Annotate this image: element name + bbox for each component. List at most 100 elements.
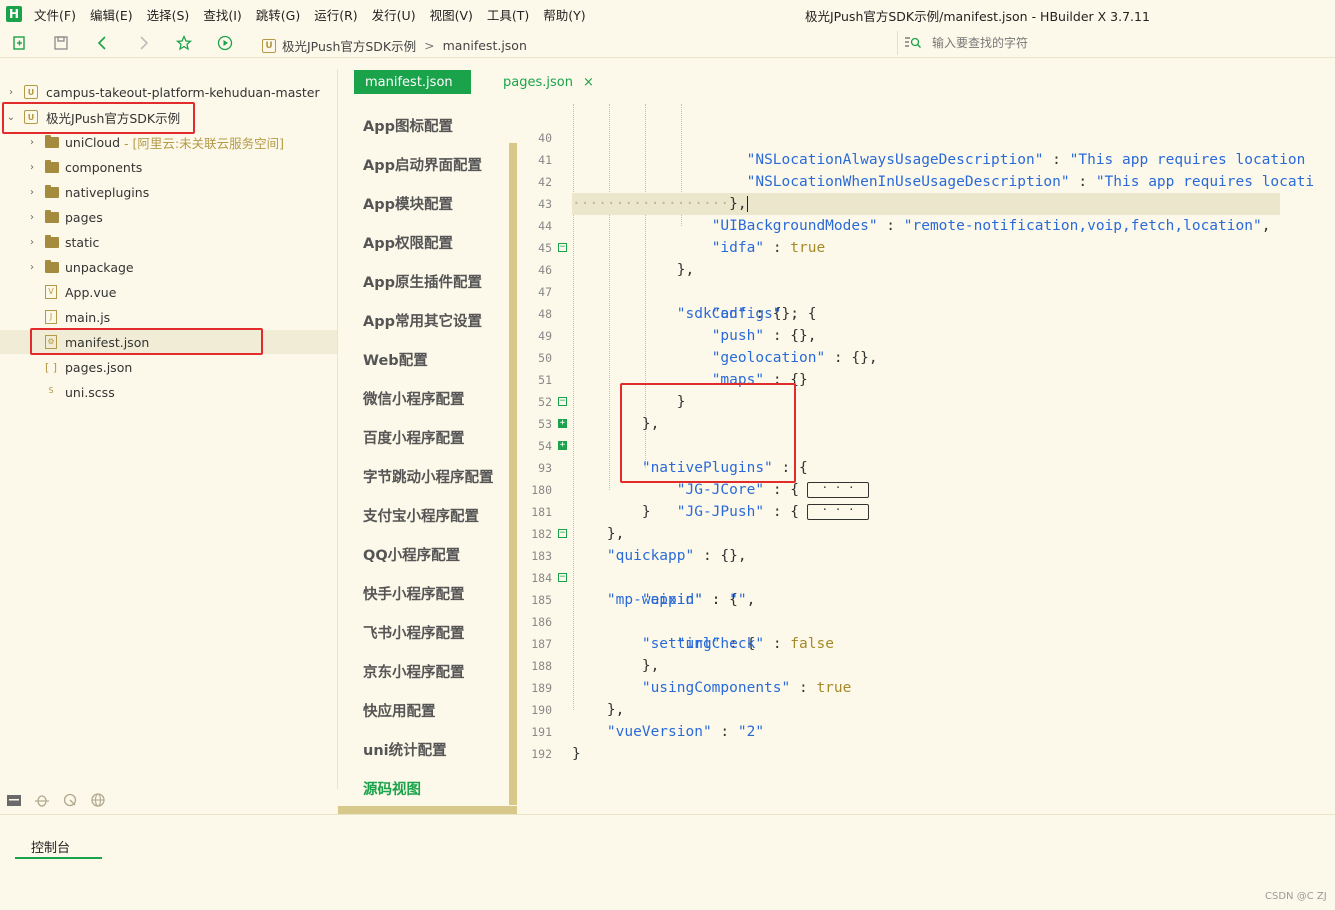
fold-expand-icon[interactable]: + [558,419,567,428]
fold-collapse-icon[interactable]: − [558,243,567,252]
folder-icon [45,209,59,223]
window-title: 极光JPush官方SDK示例/manifest.json - HBuilder … [805,9,1150,24]
menu-tools[interactable]: 工具(T) [487,5,529,24]
tree-item-label: nativeplugins [65,184,150,200]
menu-run[interactable]: 运行(R) [314,5,357,24]
config-nav-baidu[interactable]: 百度小程序配置 [363,427,465,448]
fold-collapse-icon[interactable]: − [558,573,567,582]
chevron-right-icon[interactable]: › [27,212,37,223]
code-line: 51 } [518,347,1335,410]
new-file-icon[interactable] [8,32,30,54]
menu-help[interactable]: 帮助(Y) [543,5,585,24]
config-nav-app-permissions[interactable]: App权限配置 [363,232,453,253]
fold-expand-icon[interactable]: + [558,441,567,450]
tree-item-pages-json[interactable]: [ ] pages.json [0,355,337,379]
cloud-function-icon[interactable] [59,790,81,810]
forward-icon[interactable] [132,32,154,54]
breadcrumb-separator: > [424,38,435,53]
code-line: 48 "push" : {}, [518,281,1335,344]
menu-view[interactable]: 视图(V) [430,5,473,24]
chevron-down-icon[interactable]: ⌄ [6,112,16,123]
vue-file-icon: V [45,285,57,299]
menu-select[interactable]: 选择(S) [147,5,190,24]
tree-item-label: uni.scss [65,384,115,400]
config-nav-alipay[interactable]: 支付宝小程序配置 [363,505,479,526]
fold-collapse-icon[interactable]: − [558,397,567,406]
back-icon[interactable] [92,32,114,54]
tree-item-pages[interactable]: › pages [0,205,337,229]
tree-item-static[interactable]: › static [0,230,337,254]
chevron-right-icon[interactable]: › [6,87,16,98]
debug-icon[interactable] [31,790,53,810]
config-nav-kuaishou[interactable]: 快手小程序配置 [363,583,465,604]
fold-collapse-icon[interactable]: − [558,529,567,538]
config-nav-quickapp[interactable]: 快应用配置 [363,700,436,721]
code-line: 93 + "JG-JPush" : {· · · [518,435,1335,520]
tab-pages-json[interactable]: pages.json × [503,75,594,90]
scss-file-icon: S [48,386,54,395]
toolbar: U 极光JPush官方SDK示例 > manifest.json [0,28,1335,58]
tree-item-project-campus[interactable]: › U campus-takeout-platform-kehuduan-mas… [0,80,337,104]
chevron-right-icon[interactable]: › [27,237,37,248]
chevron-right-icon[interactable]: › [27,137,37,148]
plugin-market-icon[interactable] [87,790,109,810]
tree-item-main-js[interactable]: J main.js [0,305,337,329]
config-nav-app-splash[interactable]: App启动界面配置 [363,154,482,175]
tree-item-manifest-json[interactable]: ⚙ manifest.json [0,330,337,354]
close-icon[interactable]: × [583,75,594,90]
breadcrumb-file[interactable]: manifest.json [443,38,527,53]
config-nav-horizontal-scrollbar[interactable] [338,806,517,814]
json-settings-file-icon: ⚙ [45,335,57,349]
config-nav-app-native-plugins[interactable]: App原生插件配置 [363,271,482,292]
config-nav-web[interactable]: Web配置 [363,349,428,370]
tree-item-project-jpush[interactable]: ⌄ U 极光JPush官方SDK示例 [0,105,337,129]
chevron-right-icon[interactable]: › [27,187,37,198]
config-nav-jd[interactable]: 京东小程序配置 [363,661,465,682]
config-nav-weixin[interactable]: 微信小程序配置 [363,388,465,409]
config-nav-lark[interactable]: 飞书小程序配置 [363,622,465,643]
tab-manifest-json[interactable]: manifest.json [354,70,471,94]
config-nav-uni-stat[interactable]: uni统计配置 [363,739,447,760]
hbuilder-logo-icon: H [6,6,22,22]
config-nav-source-view[interactable]: 源码视图 [363,778,421,799]
menu-file[interactable]: 文件(F) [34,5,76,24]
config-nav-scrollbar[interactable] [509,143,517,805]
search-input[interactable] [932,36,1312,50]
run-icon[interactable] [214,32,236,54]
code-text: } [572,746,581,762]
code-line: 180 } [518,457,1335,520]
breadcrumb-project[interactable]: 极光JPush官方SDK示例 [282,36,416,55]
code-editor[interactable]: 40 "NSLocationAlwaysUsageDescription" : … [518,104,1335,814]
config-nav-toutiao[interactable]: 字节跳动小程序配置 [363,466,494,487]
code-line: 52 }, [518,369,1335,432]
config-nav-app-other[interactable]: App常用其它设置 [363,310,482,331]
config-nav-app-modules[interactable]: App模块配置 [363,193,453,214]
tree-item-note: - [阿里云:未关联云服务空间] [124,135,284,151]
code-line: 189 }, [518,655,1335,718]
tree-item-uni-scss[interactable]: S uni.scss [0,380,337,404]
code-line: 46 − "sdkConfigs" : { [518,237,1335,323]
menu-find[interactable]: 查找(I) [203,5,241,24]
tree-item-components[interactable]: › components [0,155,337,179]
tree-item-unpackage[interactable]: › unpackage [0,255,337,279]
menu-publish[interactable]: 发行(U) [372,5,416,24]
tree-item-label: manifest.json [65,334,150,350]
code-line: 40 "NSLocationAlwaysUsageDescription" : … [518,105,1335,168]
menu-goto[interactable]: 跳转(G) [256,5,300,24]
tree-item-nativeplugins[interactable]: › nativeplugins [0,180,337,204]
tree-item-app-vue[interactable]: V App.vue [0,280,337,304]
tree-item-label: pages [65,209,103,225]
config-nav-app-icon[interactable]: App图标配置 [363,115,453,136]
tree-item-unicloud[interactable]: › uniCloud - [阿里云:未关联云服务空间] [0,130,337,154]
chevron-right-icon[interactable]: › [27,162,37,173]
config-nav-qq[interactable]: QQ小程序配置 [363,544,460,565]
menu-edit[interactable]: 编辑(E) [90,5,133,24]
project-manager-icon[interactable] [3,790,25,810]
watermark: CSDN @C ZJ [1265,891,1327,902]
code-line: 190 "vueVersion" : "2" [518,677,1335,740]
tree-item-label: unpackage [65,259,134,275]
save-icon[interactable] [50,32,72,54]
chevron-right-icon[interactable]: › [27,262,37,273]
favorite-icon[interactable] [173,32,195,54]
tab-console[interactable]: 控制台 [15,837,102,859]
